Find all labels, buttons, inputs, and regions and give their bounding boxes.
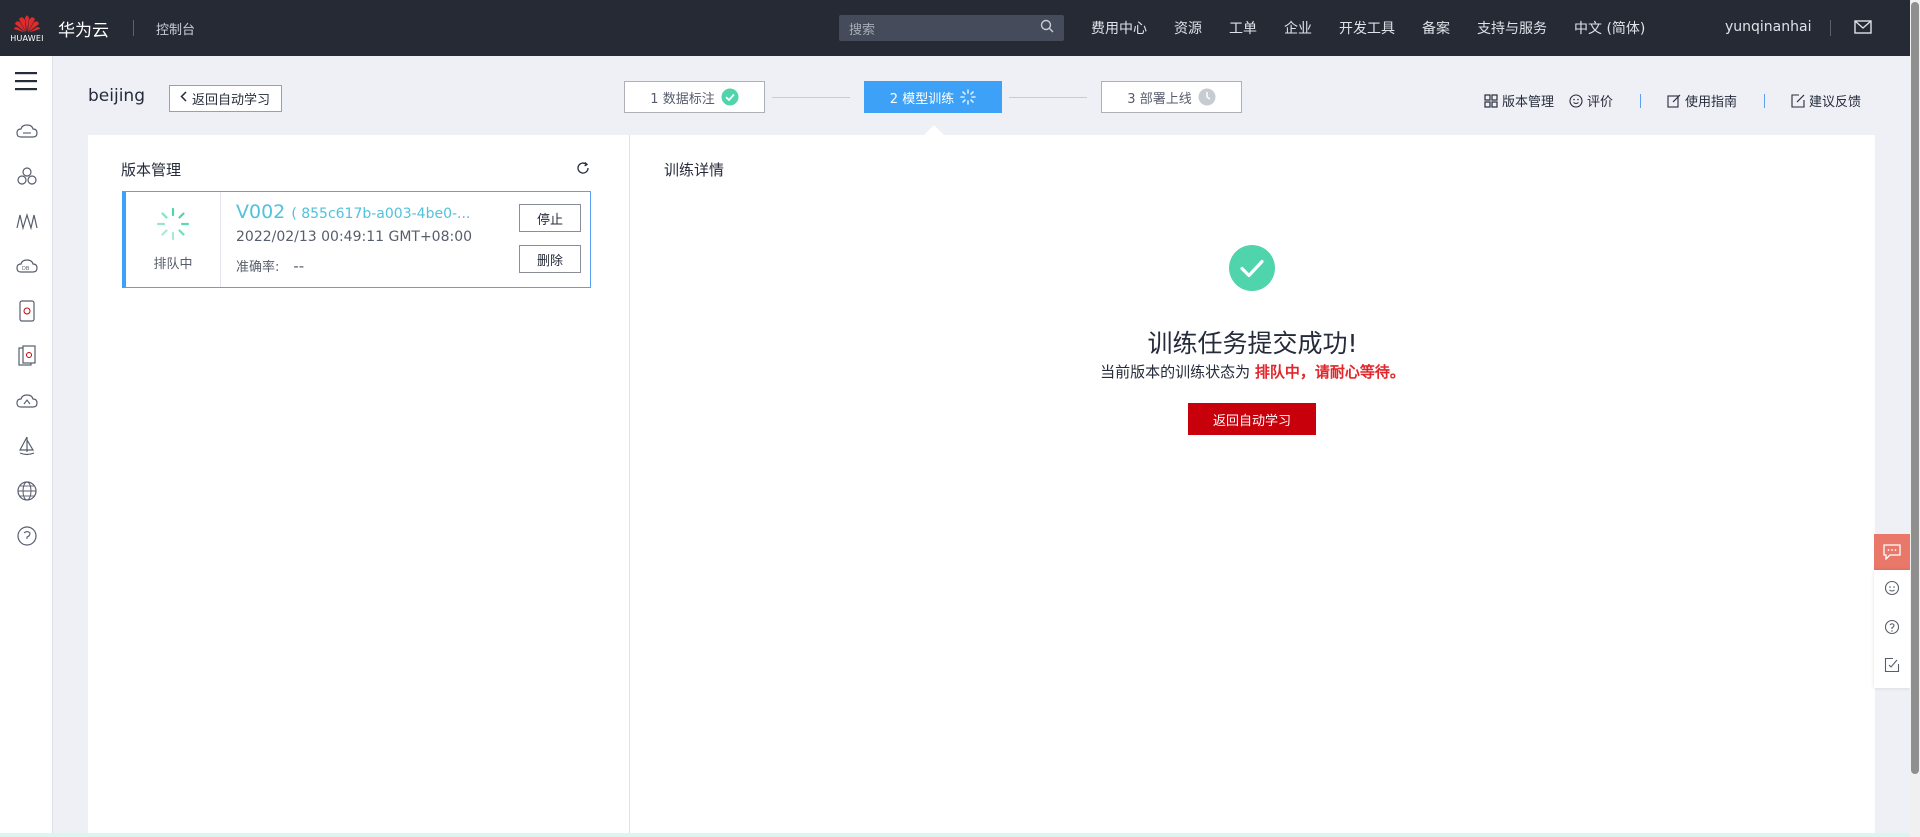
step-model-training[interactable]: 2 模型训练 bbox=[864, 81, 1002, 113]
search-icon[interactable] bbox=[1040, 19, 1054, 37]
version-name[interactable]: V002 ( 855c617b-a003-4be0-... bbox=[236, 201, 470, 223]
device-icon[interactable] bbox=[15, 299, 39, 323]
user-guide-link[interactable]: 使用指南 bbox=[1667, 91, 1737, 110]
loading-spinner-icon bbox=[960, 89, 977, 105]
edit-box-icon bbox=[1791, 93, 1805, 108]
page-scrollbar-thumb[interactable] bbox=[1911, 2, 1919, 774]
step-connector bbox=[772, 97, 850, 98]
step-label: 3 部署上线 bbox=[1127, 91, 1192, 107]
nav-enterprise[interactable]: 企业 bbox=[1284, 18, 1312, 38]
feedback-form-icon[interactable] bbox=[1883, 656, 1901, 674]
svg-text:DB: DB bbox=[22, 266, 30, 272]
sailboat-icon[interactable] bbox=[15, 434, 39, 458]
header-divider bbox=[1640, 93, 1642, 108]
nav-tickets[interactable]: 工单 bbox=[1229, 18, 1257, 38]
version-timestamp: 2022/02/13 00:49:11 GMT+08:00 bbox=[236, 229, 473, 245]
header-links: 版本管理 评价 使用指南 建议反馈 bbox=[1484, 91, 1861, 110]
top-bar: HUAWEI 华为云 控制台 搜索 费用中心 资源 工单 企业 开发工具 备案 … bbox=[0, 0, 1910, 56]
nav-language[interactable]: 中文 (简体) bbox=[1574, 18, 1645, 38]
cloud-sync-icon[interactable] bbox=[15, 389, 39, 413]
success-subtitle: 当前版本的训练状态为 排队中，请耐心等待。 bbox=[630, 361, 1875, 382]
feedback-link[interactable]: 建议反馈 bbox=[1791, 91, 1861, 110]
topbar-divider bbox=[133, 20, 134, 36]
topbar-divider-right bbox=[1830, 20, 1831, 36]
left-sidebar: DB bbox=[0, 56, 53, 837]
rate-link[interactable]: 评价 bbox=[1569, 91, 1613, 110]
version-number: V002 bbox=[236, 201, 286, 223]
success-check-icon bbox=[1229, 245, 1275, 295]
grid-icon bbox=[1484, 93, 1498, 108]
check-circle-icon bbox=[721, 88, 739, 106]
console-link[interactable]: 控制台 bbox=[156, 19, 195, 38]
username[interactable]: yunqinanhai bbox=[1725, 19, 1811, 35]
step-label: 2 模型训练 bbox=[889, 91, 955, 107]
support-icon[interactable] bbox=[15, 524, 39, 548]
version-status: 排队中 bbox=[126, 192, 221, 287]
brand-name[interactable]: 华为云 bbox=[58, 16, 109, 41]
nav-billing[interactable]: 费用中心 bbox=[1091, 18, 1147, 38]
huawei-logo[interactable]: HUAWEI bbox=[0, 0, 54, 56]
top-nav: 费用中心 资源 工单 企业 开发工具 备案 支持与服务 中文 (简体) bbox=[1091, 0, 1672, 56]
link-label: 建议反馈 bbox=[1809, 95, 1862, 110]
loading-spinner-icon bbox=[156, 207, 190, 245]
waveform-icon[interactable] bbox=[15, 209, 39, 233]
delete-button[interactable]: 删除 bbox=[519, 245, 581, 273]
link-label: 版本管理 bbox=[1502, 95, 1555, 110]
customer-service-icon[interactable] bbox=[1883, 579, 1901, 597]
link-label: 使用指南 bbox=[1685, 95, 1738, 110]
step-data-labeling[interactable]: 1 数据标注 bbox=[624, 81, 765, 113]
bottom-strip bbox=[0, 833, 1910, 837]
header-divider bbox=[1764, 93, 1766, 108]
back-to-autolearning-button[interactable]: 返回自动学习 bbox=[169, 85, 283, 112]
nav-resources[interactable]: 资源 bbox=[1174, 18, 1202, 38]
training-detail-panel: 训练详情 训练任务提交成功! 当前版本的训练状态为 排队中，请耐心等待。 返回自… bbox=[630, 135, 1875, 837]
edit-note-icon bbox=[1667, 94, 1681, 108]
panel-title: 版本管理 bbox=[121, 161, 182, 179]
version-card[interactable]: 排队中 V002 ( 855c617b-a003-4be0-... 2022/0… bbox=[122, 191, 591, 288]
menu-icon[interactable] bbox=[14, 70, 38, 96]
nav-support[interactable]: 支持与服务 bbox=[1477, 18, 1547, 38]
cluster-icon[interactable] bbox=[15, 164, 39, 188]
cloud-monitor-icon[interactable] bbox=[15, 119, 39, 143]
accuracy-label: 准确率: bbox=[236, 260, 280, 275]
step-connector bbox=[1009, 97, 1087, 98]
clock-icon bbox=[1198, 88, 1216, 106]
logo-wordmark: HUAWEI bbox=[10, 34, 44, 43]
back-button-label: 返回自动学习 bbox=[192, 93, 271, 108]
success-title: 训练任务提交成功! bbox=[1147, 329, 1358, 358]
subtitle-prefix: 当前版本的训练状态为 bbox=[1100, 363, 1251, 381]
chat-icon[interactable] bbox=[1874, 534, 1910, 570]
active-step-pointer bbox=[924, 125, 944, 135]
help-icon[interactable] bbox=[1883, 618, 1901, 636]
cloud-db-icon[interactable]: DB bbox=[15, 254, 39, 278]
refresh-icon[interactable] bbox=[576, 161, 590, 179]
version-id: ( 855c617b-a003-4be0-... bbox=[291, 206, 471, 222]
link-label: 评价 bbox=[1587, 95, 1614, 110]
huawei-flower-icon bbox=[14, 15, 40, 33]
document-icon[interactable] bbox=[15, 344, 39, 368]
mail-icon[interactable] bbox=[1854, 20, 1872, 38]
step-deploy[interactable]: 3 部署上线 bbox=[1101, 81, 1242, 113]
region-label: beijing bbox=[88, 86, 145, 106]
version-management-panel: 版本管理 排队中 V002 ( 855c617b-a003-4be0-... 2… bbox=[88, 135, 629, 837]
search-input[interactable]: 搜索 bbox=[839, 15, 1064, 41]
version-management-link[interactable]: 版本管理 bbox=[1484, 91, 1554, 110]
status-text: 排队中 bbox=[153, 257, 193, 272]
back-to-autolearning-primary-button[interactable]: 返回自动学习 bbox=[1188, 403, 1316, 435]
floating-tools bbox=[1874, 570, 1910, 688]
nav-filing[interactable]: 备案 bbox=[1422, 18, 1450, 38]
accuracy-value: -- bbox=[293, 257, 305, 275]
nav-dev-tools[interactable]: 开发工具 bbox=[1339, 18, 1395, 38]
smile-icon bbox=[1569, 93, 1583, 108]
stop-button[interactable]: 停止 bbox=[519, 204, 581, 232]
panel-title: 训练详情 bbox=[664, 161, 725, 179]
search-placeholder: 搜索 bbox=[849, 22, 876, 38]
version-accuracy: 准确率: -- bbox=[236, 256, 304, 275]
chevron-left-icon bbox=[180, 91, 187, 106]
floating-help-bar bbox=[1874, 534, 1910, 688]
subtitle-highlight: 排队中，请耐心等待。 bbox=[1254, 363, 1405, 381]
step-label: 1 数据标注 bbox=[650, 91, 715, 107]
globe-icon[interactable] bbox=[15, 479, 39, 503]
